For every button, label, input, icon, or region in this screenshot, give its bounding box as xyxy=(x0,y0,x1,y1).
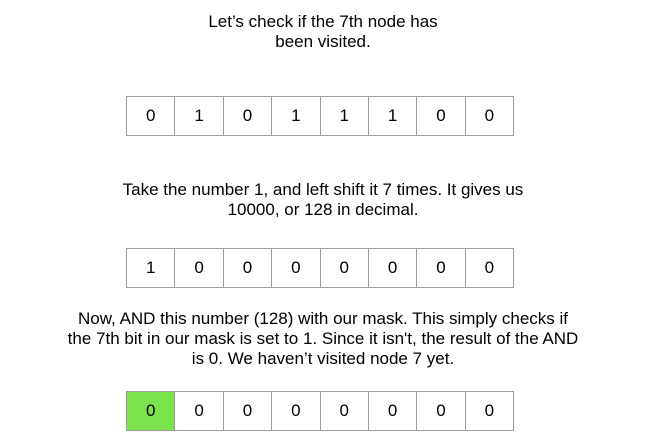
bit-cell: 0 xyxy=(223,248,273,288)
bit-cell: 0 xyxy=(320,391,369,431)
bit-cell: 0 xyxy=(417,96,466,136)
bit-cell: 0 xyxy=(368,391,418,431)
bit-cell: 1 xyxy=(272,96,321,136)
bit-cell: 0 xyxy=(223,96,273,136)
bit-cell: 0 xyxy=(465,96,514,136)
bit-cell: 0 xyxy=(175,391,224,431)
bit-cell: 0 xyxy=(127,96,176,136)
caption-and-result: Now, AND this number (128) with our mask… xyxy=(67,309,579,368)
bit-cell: 0 xyxy=(320,248,369,288)
bit-cell: 0 xyxy=(417,391,466,431)
bit-cell: 1 xyxy=(368,96,418,136)
bit-cell: 0 xyxy=(223,391,273,431)
shifted-bit-row: 10000000 xyxy=(126,248,514,288)
bit-cell: 0 xyxy=(272,391,321,431)
bit-cell: 0 xyxy=(417,248,466,288)
and-result-bit-row: 00000000 xyxy=(126,391,514,431)
bit-cell: 1 xyxy=(320,96,369,136)
caption-left-shift: Take the number 1, and left shift it 7 t… xyxy=(122,180,524,219)
caption-check-node: Let’s check if the 7th node has been vis… xyxy=(208,12,438,51)
bit-cell: 0 xyxy=(272,248,321,288)
bit-cell: 1 xyxy=(127,248,176,288)
bit-cell: 0 xyxy=(175,248,224,288)
highlighted-bit-cell: 0 xyxy=(127,391,176,431)
bit-cell: 0 xyxy=(465,248,514,288)
bit-cell: 0 xyxy=(368,248,418,288)
bit-cell: 0 xyxy=(465,391,514,431)
bit-cell: 1 xyxy=(175,96,224,136)
mask-bit-row: 01011100 xyxy=(126,96,514,136)
